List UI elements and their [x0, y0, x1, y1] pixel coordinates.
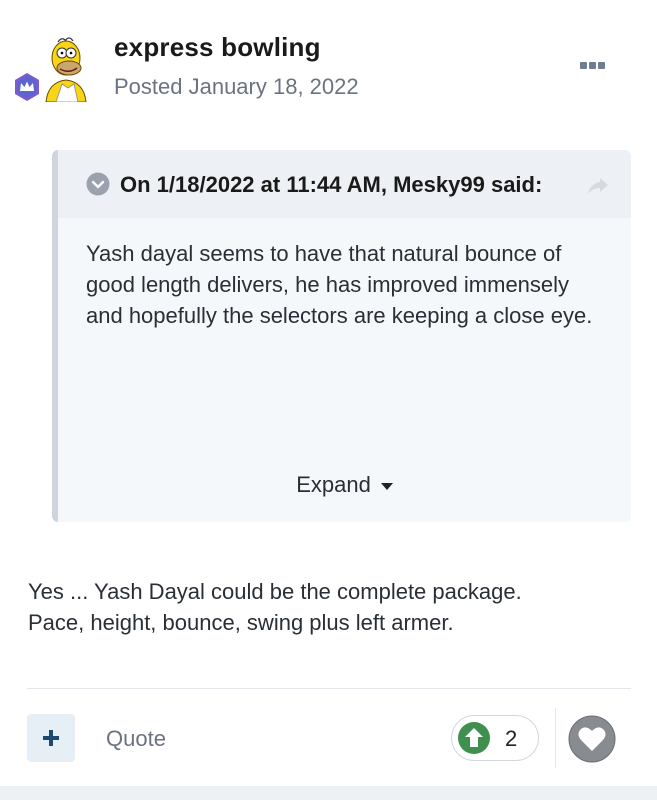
expand-label: Expand: [296, 472, 371, 497]
post-header: express bowling Posted January 18, 2022: [0, 0, 657, 120]
ellipsis-dot: [598, 62, 605, 69]
plus-icon-vertical: [49, 730, 53, 746]
ellipsis-dot: [589, 62, 596, 69]
footer-strip: [0, 786, 657, 800]
post-content: Yes ... Yash Dayal could be the complete…: [28, 576, 638, 638]
post-text-line: Pace, height, bounce, swing plus left ar…: [28, 610, 454, 635]
reaction-count: 2: [505, 726, 518, 751]
expand-button[interactable]: Expand: [58, 472, 631, 498]
upvote-arrow-icon: [458, 722, 490, 754]
quote-citation: On 1/18/2022 at 11:44 AM, Mesky99 said:: [120, 172, 543, 197]
multiquote-button[interactable]: [27, 714, 75, 762]
divider: [27, 688, 631, 689]
heart-icon[interactable]: [568, 715, 616, 763]
author-avatar-group[interactable]: [12, 32, 92, 104]
homer-simpson-avatar[interactable]: [38, 32, 90, 102]
post-text-line: Yes ... Yash Dayal could be the complete…: [28, 579, 522, 604]
ellipsis-icon[interactable]: [580, 56, 614, 76]
chevron-down-circle-icon[interactable]: [86, 172, 110, 196]
quote-text: Yash dayal seems to have that natural bo…: [86, 241, 593, 328]
caret-down-icon: [380, 482, 393, 490]
post-date[interactable]: Posted January 18, 2022: [114, 74, 359, 100]
quote-block: On 1/18/2022 at 11:44 AM, Mesky99 said: …: [52, 150, 631, 522]
share-arrow-icon[interactable]: [586, 176, 610, 196]
reaction-button[interactable]: 2: [451, 715, 539, 761]
reaction-divider: [555, 708, 556, 768]
quote-header: On 1/18/2022 at 11:44 AM, Mesky99 said:: [58, 150, 631, 218]
ellipsis-dot: [580, 62, 587, 69]
quote-button[interactable]: Quote: [106, 726, 166, 752]
crown-rank-badge-icon: [15, 73, 39, 101]
author-name[interactable]: express bowling: [114, 32, 321, 63]
